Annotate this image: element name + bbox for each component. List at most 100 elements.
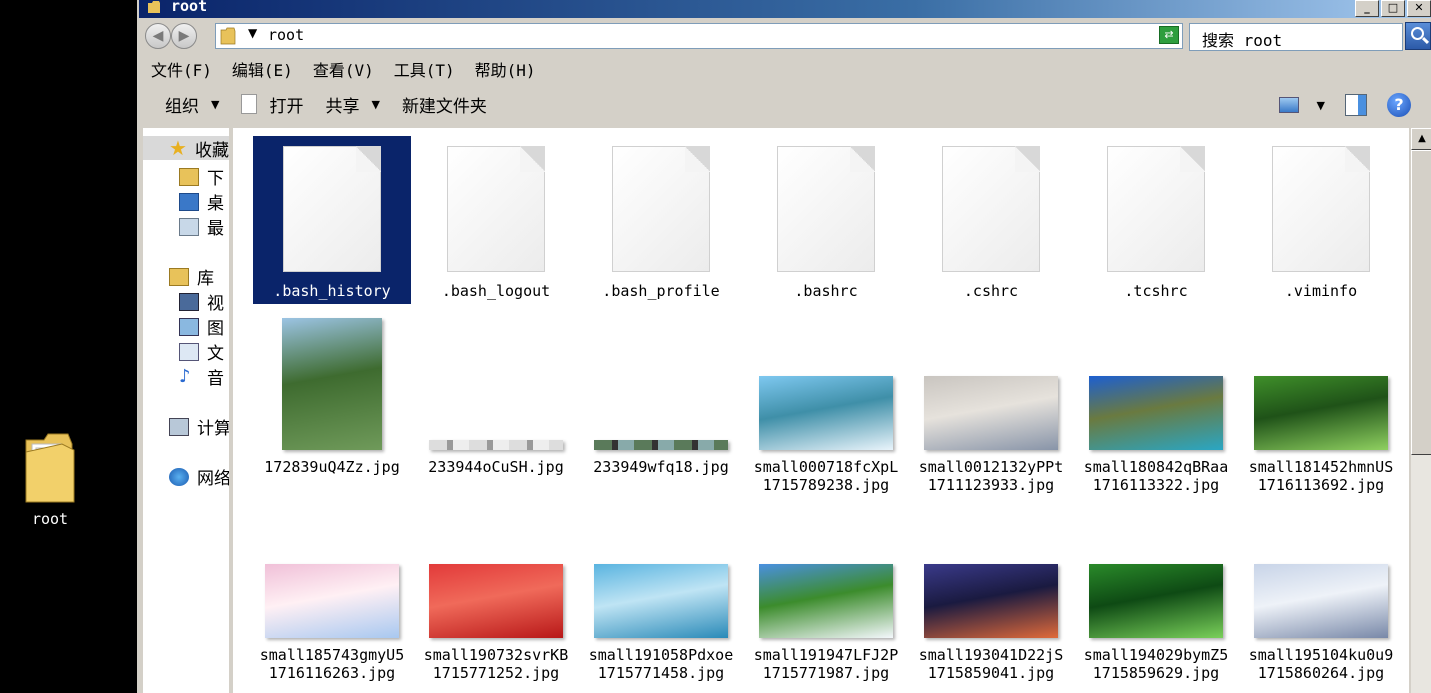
- file-item[interactable]: .bash_logout: [417, 136, 575, 304]
- file-name: 172839uQ4Zz.jpg: [264, 458, 400, 476]
- document-file-icon: [612, 146, 710, 272]
- file-item[interactable]: .tcshrc: [1077, 136, 1235, 304]
- window-title: root: [171, 0, 208, 15]
- file-name: small193041D22jS1715859041.jpg: [918, 646, 1064, 682]
- image-thumbnail: [759, 376, 893, 450]
- desktop-folder-root[interactable]: root: [12, 430, 88, 528]
- desktop: root: [0, 0, 137, 693]
- nav-favorites[interactable]: ★ 收藏: [143, 136, 229, 161]
- file-item[interactable]: .cshrc: [912, 136, 1070, 304]
- menu-help[interactable]: 帮助(H): [475, 57, 536, 81]
- nav-desktop-label: 桌: [207, 194, 224, 214]
- file-item[interactable]: 233949wfq18.jpg: [582, 314, 740, 476]
- menu-bar: 文件(F) 编辑(E) 查看(V) 工具(T) 帮助(H): [139, 54, 1431, 84]
- share-button[interactable]: 共享 ▼: [325, 92, 379, 117]
- minimize-button[interactable]: _: [1355, 0, 1379, 17]
- file-name: .bash_profile: [602, 282, 720, 300]
- menu-tools[interactable]: 工具(T): [394, 57, 455, 81]
- address-bar-row: ◀ ▶ ▼ root ▼ ⇄ 搜索 root: [139, 18, 1431, 54]
- nav-videos-label: 视: [207, 294, 224, 314]
- title-bar[interactable]: root _ □ ✕: [139, 0, 1431, 18]
- file-item[interactable]: small191058Pdxoe1715771458.jpg: [582, 502, 740, 682]
- address-field[interactable]: ▼ root ▼: [215, 23, 1183, 49]
- file-item[interactable]: small0012132yPPt1711123933.jpg: [912, 314, 1070, 494]
- file-item[interactable]: .bashrc: [747, 136, 905, 304]
- desktop-icon-label: root: [31, 510, 69, 528]
- close-button[interactable]: ✕: [1407, 0, 1431, 17]
- menu-view[interactable]: 查看(V): [313, 57, 374, 81]
- preview-pane-icon[interactable]: [1345, 94, 1367, 116]
- nav-pictures-label: 图: [207, 319, 224, 339]
- file-item[interactable]: .viminfo: [1242, 136, 1400, 304]
- file-item[interactable]: 172839uQ4Zz.jpg: [253, 314, 411, 476]
- nav-downloads[interactable]: 下: [179, 164, 224, 189]
- new-folder-button[interactable]: 新建文件夹: [402, 92, 487, 117]
- maximize-button[interactable]: □: [1381, 0, 1405, 17]
- document-file-icon: [447, 146, 545, 272]
- file-item[interactable]: small181452hmnUS1716113692.jpg: [1242, 314, 1400, 494]
- file-name: 233944oCuSH.jpg: [428, 458, 564, 476]
- vertical-scrollbar[interactable]: ▲: [1411, 128, 1431, 693]
- chevron-down-icon: ▼: [211, 97, 220, 111]
- nav-recent[interactable]: 最: [179, 214, 224, 239]
- menu-file[interactable]: 文件(F): [151, 57, 212, 81]
- view-options-chevron-icon[interactable]: ▼: [1317, 99, 1325, 112]
- file-item[interactable]: .bash_history: [253, 136, 411, 304]
- file-item[interactable]: small194029bymZ51715859629.jpg: [1077, 502, 1235, 682]
- file-name: small185743gmyU51716116263.jpg: [259, 646, 405, 682]
- refresh-icon[interactable]: ⇄: [1159, 26, 1179, 44]
- file-name: small195104ku0u91715860264.jpg: [1248, 646, 1394, 682]
- file-name: small191947LFJ2P1715771987.jpg: [753, 646, 899, 682]
- document-file-icon: [777, 146, 875, 272]
- nav-network[interactable]: 网络: [169, 464, 229, 489]
- file-item[interactable]: 233944oCuSH.jpg: [417, 314, 575, 476]
- nav-documents[interactable]: 文: [179, 339, 224, 364]
- nav-recent-label: 最: [207, 219, 224, 239]
- nav-desktop[interactable]: 桌: [179, 189, 224, 214]
- file-item[interactable]: small195104ku0u91715860264.jpg: [1242, 502, 1400, 682]
- file-item[interactable]: small185743gmyU51716116263.jpg: [253, 502, 411, 682]
- breadcrumb-arrow-icon[interactable]: ▼: [248, 26, 257, 40]
- image-thumbnail: [429, 564, 563, 638]
- change-view-icon[interactable]: [1278, 97, 1299, 113]
- image-thumbnail: [759, 564, 893, 638]
- image-thumbnail: [594, 440, 728, 450]
- video-library-icon: [179, 292, 199, 311]
- file-item[interactable]: small191947LFJ2P1715771987.jpg: [747, 502, 905, 682]
- explorer-window: root _ □ ✕ ◀ ▶ ▼ root ▼ ⇄ 搜索 root 文件(: [137, 0, 1431, 693]
- file-item[interactable]: small000718fcXpL1715789238.jpg: [747, 314, 905, 494]
- file-item[interactable]: small190732svrKB1715771252.jpg: [417, 502, 575, 682]
- nav-libraries-label: 库: [197, 269, 214, 289]
- forward-button[interactable]: ▶: [171, 23, 197, 49]
- file-item[interactable]: small193041D22jS1715859041.jpg: [912, 502, 1070, 682]
- file-name: small190732svrKB1715771252.jpg: [423, 646, 569, 682]
- nav-libraries[interactable]: 库: [169, 264, 214, 289]
- back-button[interactable]: ◀: [145, 23, 171, 49]
- organize-label: 组织: [165, 96, 199, 117]
- document-file-icon: [283, 146, 381, 272]
- file-name: small0012132yPPt1711123933.jpg: [918, 458, 1064, 494]
- nav-videos[interactable]: 视: [179, 289, 224, 314]
- open-label: 打开: [269, 96, 304, 117]
- navigation-pane[interactable]: ★ 收藏 下 桌 最 库 视 图 文 ♪ 音 计算 网络: [143, 128, 229, 693]
- scroll-up-icon[interactable]: ▲: [1411, 128, 1431, 150]
- file-item[interactable]: .bash_profile: [582, 136, 740, 304]
- file-list[interactable]: .bash_history .bash_logout .bash_profile .b…: [233, 128, 1409, 693]
- nav-pictures[interactable]: 图: [179, 314, 224, 339]
- library-icon: [169, 267, 189, 286]
- file-item[interactable]: small180842qBRaa1716113322.jpg: [1077, 314, 1235, 494]
- organize-button[interactable]: 组织 ▼: [165, 92, 219, 117]
- image-thumbnail: [1254, 564, 1388, 638]
- nav-computer[interactable]: 计算: [169, 414, 229, 439]
- nav-music[interactable]: ♪ 音: [179, 364, 224, 389]
- search-input[interactable]: 搜索 root: [1189, 23, 1403, 51]
- open-button[interactable]: 打开: [241, 92, 303, 117]
- search-button[interactable]: [1405, 22, 1431, 50]
- document-icon: [241, 94, 258, 114]
- file-name: .viminfo: [1284, 282, 1358, 300]
- search-placeholder: 搜索 root: [1202, 31, 1283, 50]
- scrollbar-thumb[interactable]: [1411, 150, 1431, 455]
- menu-edit[interactable]: 编辑(E): [232, 57, 293, 81]
- file-name: .tcshrc: [1124, 282, 1188, 300]
- help-icon[interactable]: ?: [1387, 93, 1411, 117]
